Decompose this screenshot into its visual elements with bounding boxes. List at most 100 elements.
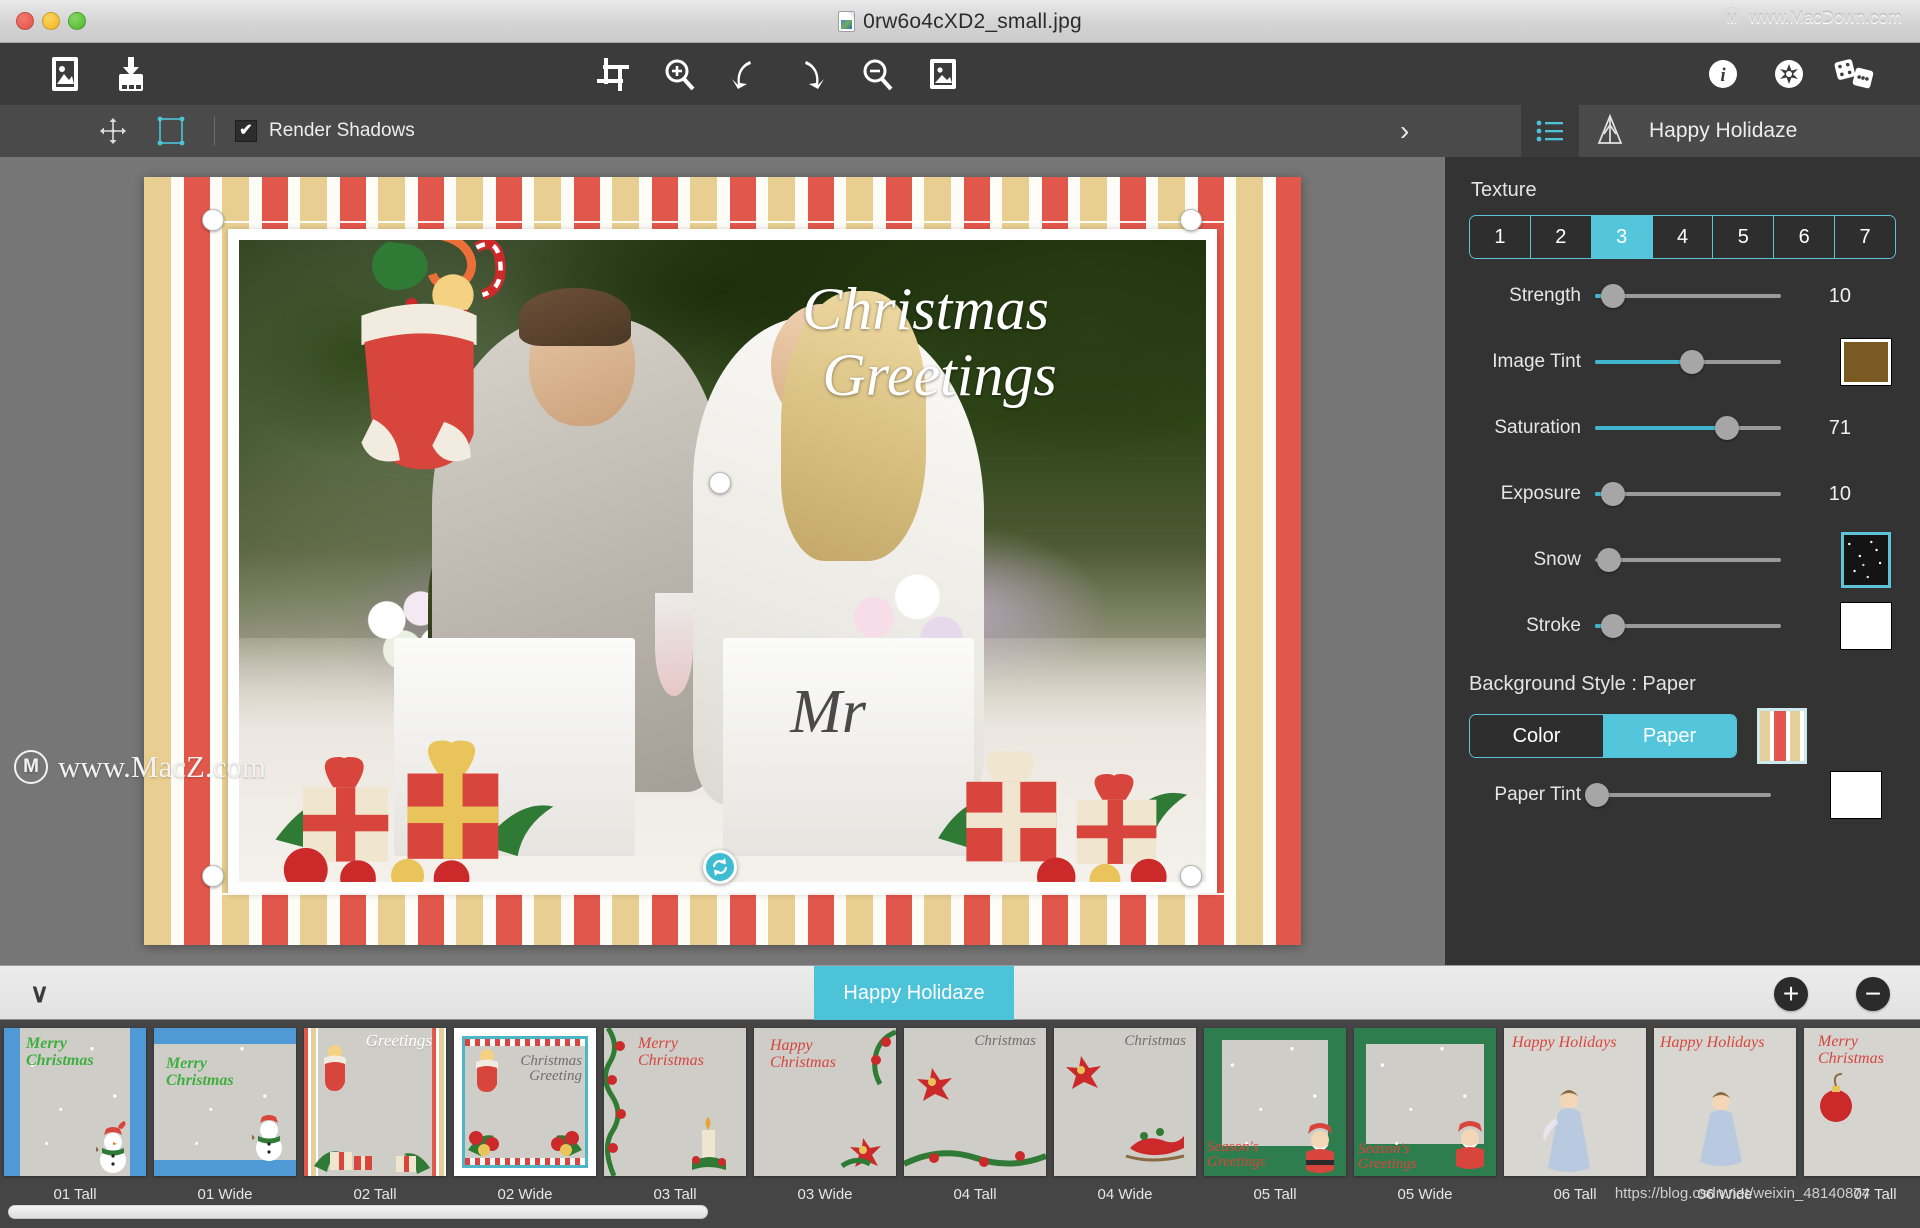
thumbnail-07-tall[interactable]: Merry Christmas	[1804, 1028, 1920, 1176]
effects-icon[interactable]	[1756, 43, 1822, 105]
list-item[interactable]: Merry Christmas 01 Wide	[154, 1028, 296, 1203]
collapse-chevron-icon[interactable]: ∨	[30, 980, 49, 1006]
thumbnail-01-wide[interactable]: Merry Christmas	[154, 1028, 296, 1176]
thumbnail-04-tall[interactable]: Christmas	[904, 1028, 1046, 1176]
thumbnail-01-tall[interactable]: Merry Christmas	[4, 1028, 146, 1176]
list-item[interactable]: Christmas Greeting 02 Wide	[454, 1028, 596, 1203]
paper-pattern-swatch[interactable]	[1757, 708, 1807, 764]
image-tint-color-swatch[interactable]	[1841, 339, 1891, 385]
thumbnail-02-tall[interactable]: Greetings	[304, 1028, 446, 1176]
resize-handle-bottom-right[interactable]	[1180, 865, 1202, 887]
thumbnail-03-tall[interactable]: Merry Christmas	[604, 1028, 746, 1176]
thumbnail-03-wide[interactable]: Happy Christmas	[754, 1028, 896, 1176]
rotate-left-icon[interactable]	[712, 43, 778, 105]
exposure-knob[interactable]	[1601, 482, 1625, 506]
rotate-handle[interactable]	[703, 850, 737, 884]
exposure-slider[interactable]	[1595, 482, 1781, 506]
list-item[interactable]: Christmas 04 Tall	[904, 1028, 1046, 1203]
filmstrip-scrollbar[interactable]	[8, 1205, 1912, 1219]
select-tool-icon[interactable]	[142, 105, 200, 157]
toolbar-divider	[214, 116, 215, 146]
snow-slider[interactable]	[1595, 548, 1781, 572]
filmstrip-active-tab[interactable]: Happy Holidaze	[814, 966, 1014, 1021]
snow-texture-swatch[interactable]	[1841, 532, 1891, 588]
gift-cluster-icon	[314, 1151, 372, 1172]
image-tint-knob[interactable]	[1680, 350, 1704, 374]
remove-preset-button[interactable]: −	[1856, 977, 1890, 1011]
snow-knob[interactable]	[1597, 548, 1621, 572]
strength-knob[interactable]	[1601, 284, 1625, 308]
canvas-area[interactable]: Mr Christmas Greetings M www.MacZ.com	[0, 157, 1445, 965]
thumbnail-06-tall[interactable]: Happy Holidays	[1504, 1028, 1646, 1176]
thumb-text: Season's Greetings	[1358, 1141, 1417, 1172]
stroke-color-swatch[interactable]	[1841, 603, 1891, 649]
list-item[interactable]: Merry Christmas 07 Tall	[1804, 1028, 1920, 1203]
macz-watermark-text: www.MacZ.com	[58, 749, 267, 784]
texture-option-6[interactable]: 6	[1774, 216, 1836, 258]
texture-option-5[interactable]: 5	[1713, 216, 1775, 258]
list-item[interactable]: Season's Greetings 05 Tall	[1204, 1028, 1346, 1203]
template-filmstrip[interactable]: Merry Christmas 01 Tall Merry Christmas …	[0, 1020, 1920, 1228]
paper-tint-slider[interactable]	[1585, 783, 1771, 807]
tab-list-view[interactable]	[1521, 105, 1579, 157]
photo-frame[interactable]: Mr Christmas Greetings	[228, 229, 1217, 893]
render-shadows-check-icon[interactable]: ✔	[235, 120, 257, 142]
saturation-knob[interactable]	[1715, 416, 1739, 440]
add-preset-button[interactable]: +	[1774, 977, 1808, 1011]
move-tool-icon[interactable]	[84, 105, 142, 157]
thumbnail-05-wide[interactable]: Season's Greetings	[1354, 1028, 1496, 1176]
render-shadows-checkbox[interactable]: ✔ Render Shadows	[235, 120, 415, 142]
stroke-slider[interactable]	[1595, 614, 1781, 638]
list-item[interactable]: Christmas 04 Wide	[1054, 1028, 1196, 1203]
saturation-slider[interactable]	[1595, 416, 1781, 440]
list-item[interactable]: Happy Christmas 03 Wide	[754, 1028, 896, 1203]
background-option-paper[interactable]: Paper	[1603, 715, 1736, 757]
thumbnail-04-wide[interactable]: Christmas	[1054, 1028, 1196, 1176]
dice-icon[interactable]	[1822, 43, 1888, 105]
background-style-segmented-control[interactable]: Color Paper	[1469, 714, 1737, 758]
zoom-out-icon[interactable]	[844, 43, 910, 105]
paper-tint-color-swatch[interactable]	[1831, 772, 1881, 818]
crop-icon[interactable]	[580, 43, 646, 105]
list-item[interactable]: Merry Christmas 03 Tall	[604, 1028, 746, 1203]
texture-option-3[interactable]: 3	[1591, 216, 1653, 258]
filmstrip-scrollbar-thumb[interactable]	[8, 1205, 708, 1219]
list-item[interactable]: Merry Christmas 01 Tall	[4, 1028, 146, 1203]
tab-tree-icon[interactable]	[1579, 105, 1641, 157]
thumbnail-06-wide[interactable]: Happy Holidays	[1654, 1028, 1796, 1176]
stroke-knob[interactable]	[1601, 614, 1625, 638]
texture-option-4[interactable]: 4	[1652, 216, 1714, 258]
zoom-in-icon[interactable]	[646, 43, 712, 105]
list-item[interactable]: Happy Holidays 06 Tall	[1504, 1028, 1646, 1203]
resize-handle-bottom-left[interactable]	[202, 865, 224, 887]
resize-handle-top-left[interactable]	[202, 209, 224, 231]
photo-image[interactable]: Mr Christmas Greetings	[239, 240, 1206, 882]
thumbnail-02-wide[interactable]: Christmas Greeting	[454, 1028, 596, 1176]
info-icon[interactable]: i	[1690, 43, 1756, 105]
paper-tint-knob[interactable]	[1585, 783, 1609, 807]
strength-slider[interactable]	[1595, 284, 1781, 308]
rotate-right-icon[interactable]	[778, 43, 844, 105]
thumb-dot-border-top	[465, 1039, 585, 1046]
thumb-text: Merry Christmas	[166, 1055, 234, 1089]
strength-label: Strength	[1509, 285, 1581, 306]
window-title-group: 0rw6o4cXD2_small.jpg	[0, 0, 1920, 43]
list-item[interactable]: Greetings 02 Tall	[304, 1028, 446, 1203]
open-image-icon[interactable]	[32, 43, 98, 105]
fit-image-icon[interactable]	[910, 43, 976, 105]
expand-panel-chevron-icon[interactable]: ›	[1400, 115, 1409, 147]
resize-handle-top-right[interactable]	[1180, 209, 1202, 231]
texture-option-7[interactable]: 7	[1835, 216, 1895, 258]
image-tint-slider[interactable]	[1595, 350, 1781, 374]
greeting-card-composition[interactable]: Mr Christmas Greetings	[144, 177, 1301, 945]
texture-option-1[interactable]: 1	[1470, 216, 1531, 258]
texture-option-2[interactable]: 2	[1530, 216, 1592, 258]
resize-handle-middle-left[interactable]	[709, 472, 731, 494]
list-item[interactable]: Happy Holidays 06 Wide	[1654, 1028, 1796, 1203]
list-item[interactable]: Season's Greetings 05 Wide	[1354, 1028, 1496, 1203]
background-option-color[interactable]: Color	[1470, 715, 1603, 757]
thumbnail-05-tall[interactable]: Season's Greetings	[1204, 1028, 1346, 1176]
snowman-icon	[252, 1115, 282, 1161]
texture-segmented-control[interactable]: 1 2 3 4 5 6 7	[1469, 215, 1896, 259]
save-image-icon[interactable]	[98, 43, 164, 105]
